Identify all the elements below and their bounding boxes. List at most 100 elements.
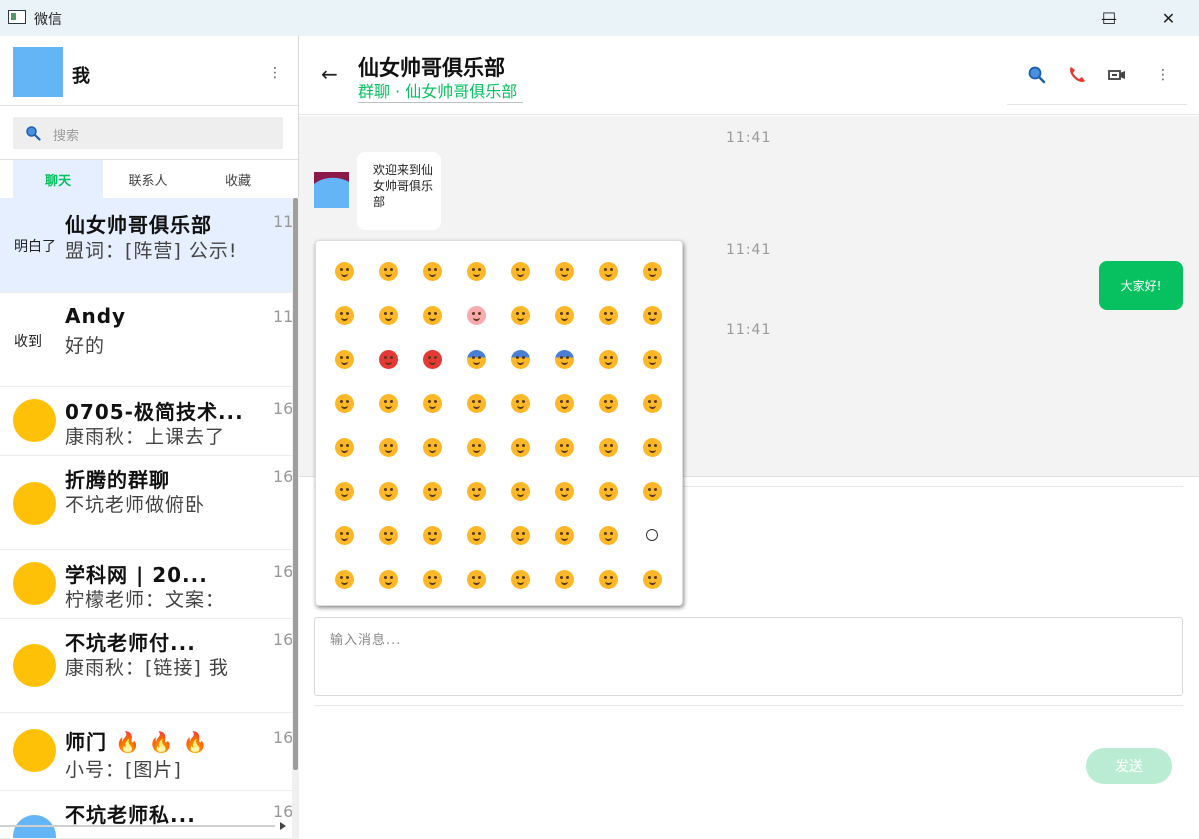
emoji-icon[interactable]: [506, 389, 534, 417]
video-icon[interactable]: [1106, 64, 1128, 86]
emoji-icon[interactable]: [638, 257, 666, 285]
emoji-icon[interactable]: [418, 301, 446, 329]
emoji-icon[interactable]: [330, 389, 358, 417]
chat-list-item[interactable]: 收到 Andy 好的 11: [0, 293, 292, 387]
emoji-icon[interactable]: [374, 477, 402, 505]
chat-preview: 柠檬老师：文案：: [65, 589, 226, 611]
emoji-icon[interactable]: [462, 565, 490, 593]
chat-list-item[interactable]: 师门 🔥 🔥 🔥 小号：[图片] 16: [0, 713, 292, 791]
emoji-icon[interactable]: [374, 433, 402, 461]
emoji-face-icon: [378, 481, 398, 501]
emoji-icon[interactable]: [550, 257, 578, 285]
emoji-mouth-icon: [604, 449, 612, 453]
emoji-face-icon: [554, 261, 574, 281]
emoji-icon[interactable]: [594, 565, 622, 593]
emoji-icon[interactable]: [418, 257, 446, 285]
emoji-icon[interactable]: [462, 477, 490, 505]
tab-contacts[interactable]: 联系人: [103, 160, 193, 198]
emoji-icon[interactable]: [330, 521, 358, 549]
emoji-icon[interactable]: [550, 565, 578, 593]
emoji-icon[interactable]: [550, 521, 578, 549]
my-avatar[interactable]: [13, 47, 63, 97]
chat-list-item[interactable]: 0705-极简技术... 康雨秋：上课去了 16: [0, 387, 292, 456]
profile-menu-icon[interactable]: ⋮: [268, 66, 282, 80]
emoji-icon[interactable]: [462, 345, 490, 373]
emoji-icon[interactable]: [638, 521, 666, 549]
emoji-icon[interactable]: [550, 301, 578, 329]
phone-icon[interactable]: [1066, 64, 1088, 86]
emoji-icon[interactable]: [594, 521, 622, 549]
emoji-mouth-icon: [428, 361, 436, 365]
emoji-icon[interactable]: [550, 389, 578, 417]
close-button[interactable]: ✕: [1138, 0, 1199, 36]
maximize-button[interactable]: ☐: [1078, 0, 1140, 36]
emoji-icon[interactable]: [594, 433, 622, 461]
emoji-icon[interactable]: [418, 433, 446, 461]
emoji-icon[interactable]: [462, 521, 490, 549]
emoji-icon[interactable]: [506, 301, 534, 329]
emoji-icon[interactable]: [462, 433, 490, 461]
emoji-icon[interactable]: [330, 565, 358, 593]
emoji-icon[interactable]: [594, 301, 622, 329]
sender-avatar[interactable]: [314, 172, 349, 208]
emoji-icon[interactable]: [418, 389, 446, 417]
chat-list-item[interactable]: 明白了 仙女帅哥俱乐部 盟词：[阵营] 公示! 11: [0, 198, 292, 293]
emoji-icon[interactable]: [330, 433, 358, 461]
emoji-icon[interactable]: [418, 565, 446, 593]
emoji-icon[interactable]: [374, 389, 402, 417]
emoji-icon[interactable]: [594, 345, 622, 373]
emoji-icon[interactable]: [462, 389, 490, 417]
emoji-icon[interactable]: [330, 257, 358, 285]
tab-chats[interactable]: 聊天: [13, 160, 103, 198]
emoji-face-icon: [334, 481, 354, 501]
chat-list-item[interactable]: 不坑老师私... 16: [0, 791, 292, 839]
search-input[interactable]: 搜索: [13, 117, 283, 149]
emoji-icon[interactable]: [594, 257, 622, 285]
emoji-icon[interactable]: [506, 345, 534, 373]
emoji-icon[interactable]: [594, 389, 622, 417]
emoji-icon[interactable]: [638, 565, 666, 593]
tab-favorites[interactable]: 收藏: [193, 160, 283, 198]
emoji-icon[interactable]: [374, 257, 402, 285]
emoji-icon[interactable]: [506, 477, 534, 505]
emoji-icon[interactable]: [330, 345, 358, 373]
emoji-icon[interactable]: [506, 433, 534, 461]
scrollbar-thumb[interactable]: [293, 198, 298, 770]
emoji-icon[interactable]: [330, 477, 358, 505]
emoji-icon[interactable]: [374, 521, 402, 549]
emoji-icon[interactable]: [638, 301, 666, 329]
message-input[interactable]: 输入消息...: [314, 617, 1183, 696]
emoji-icon[interactable]: [638, 433, 666, 461]
send-button[interactable]: 发送: [1086, 748, 1172, 784]
emoji-icon[interactable]: [374, 301, 402, 329]
emoji-icon[interactable]: [506, 257, 534, 285]
emoji-icon[interactable]: [638, 389, 666, 417]
back-button[interactable]: ←: [321, 62, 338, 86]
chat-list-scrollbar[interactable]: [292, 198, 299, 839]
emoji-face-icon: [334, 525, 354, 545]
emoji-icon[interactable]: [506, 521, 534, 549]
emoji-icon[interactable]: [330, 301, 358, 329]
emoji-icon[interactable]: [638, 345, 666, 373]
emoji-icon[interactable]: [418, 345, 446, 373]
emoji-icon[interactable]: [462, 257, 490, 285]
emoji-icon[interactable]: [594, 477, 622, 505]
scroll-right-icon[interactable]: [276, 821, 290, 831]
emoji-icon[interactable]: [418, 477, 446, 505]
chat-list-item[interactable]: 学科网 | 20... 柠檬老师：文案： 16: [0, 550, 292, 619]
emoji-icon[interactable]: [638, 477, 666, 505]
horizontal-scrollbar[interactable]: [0, 825, 275, 827]
chat-list-item[interactable]: 不坑老师付... 康雨秋：[链接] 我 16: [0, 619, 292, 713]
emoji-icon[interactable]: [374, 565, 402, 593]
emoji-icon[interactable]: [418, 521, 446, 549]
emoji-face-icon: [642, 305, 662, 325]
emoji-icon[interactable]: [374, 345, 402, 373]
conversation-menu-icon[interactable]: ⋮: [1156, 68, 1170, 82]
emoji-icon[interactable]: [550, 345, 578, 373]
search-icon[interactable]: [1026, 64, 1048, 86]
emoji-icon[interactable]: [462, 301, 490, 329]
emoji-icon[interactable]: [550, 477, 578, 505]
emoji-icon[interactable]: [550, 433, 578, 461]
emoji-icon[interactable]: [506, 565, 534, 593]
chat-list-item[interactable]: 折腾的群聊 不坑老师做俯卧 16: [0, 456, 292, 550]
